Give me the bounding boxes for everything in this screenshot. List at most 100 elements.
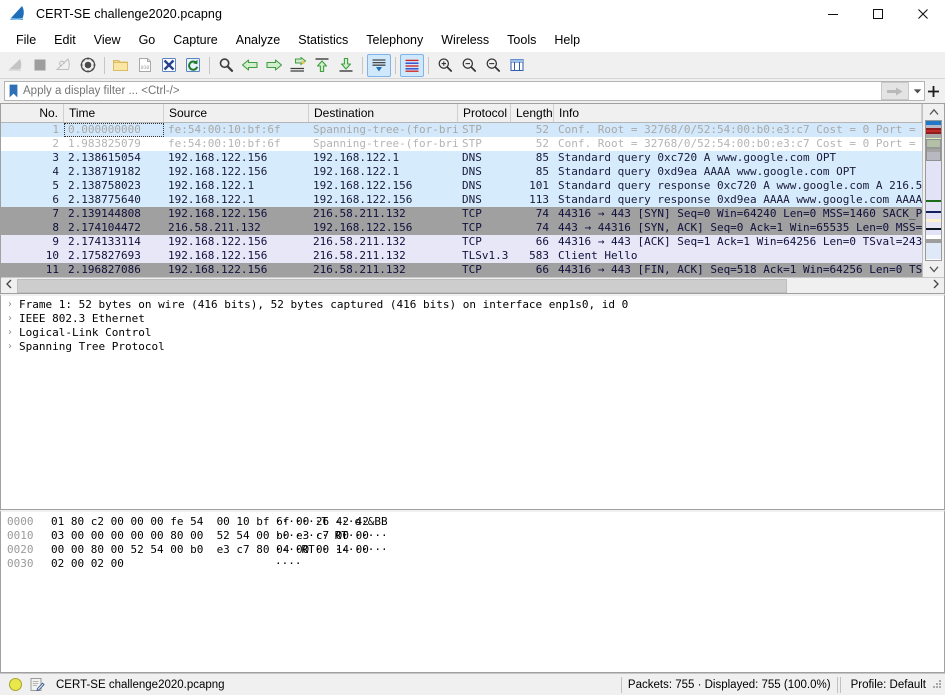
- restart-capture-icon[interactable]: [52, 54, 76, 77]
- column-source[interactable]: Source: [164, 104, 309, 122]
- cell-protocol: DNS: [462, 151, 482, 164]
- go-to-first-packet-icon[interactable]: [310, 54, 334, 77]
- chevron-up-icon[interactable]: [923, 104, 944, 120]
- menu-telephony[interactable]: Telephony: [357, 31, 432, 49]
- column-protocol[interactable]: Protocol: [458, 104, 511, 122]
- status-profile[interactable]: Profile: Default: [851, 679, 926, 691]
- capture-options-icon[interactable]: [76, 54, 100, 77]
- packet-list-scrollbar[interactable]: [922, 104, 944, 277]
- cell-source: 192.168.122.156: [168, 249, 268, 262]
- menu-statistics[interactable]: Statistics: [289, 31, 357, 49]
- table-row[interactable]: 2 1.983825079 fe:54:00:10:bf:6f Spanning-tr…: [1, 137, 922, 151]
- chevron-right-icon[interactable]: ›: [1, 326, 19, 340]
- column-time[interactable]: Time: [64, 104, 164, 122]
- chevron-right-icon[interactable]: [928, 279, 944, 292]
- resize-grip[interactable]: [932, 679, 942, 690]
- detail-tree-item[interactable]: › Frame 1: 52 bytes on wire (416 bits), 5…: [1, 298, 944, 312]
- column-destination[interactable]: Destination: [309, 104, 458, 122]
- packet-list-hscrollbar[interactable]: [1, 277, 944, 293]
- cell-info: Standard query 0xd9ea AAAA www.google.co…: [558, 165, 857, 178]
- packet-detail-pane[interactable]: › Frame 1: 52 bytes on wire (416 bits), 5…: [0, 294, 945, 510]
- close-button[interactable]: [900, 0, 945, 28]
- menu-edit[interactable]: Edit: [45, 31, 85, 49]
- reload-file-icon[interactable]: [181, 54, 205, 77]
- expert-info-circle-icon[interactable]: [9, 678, 22, 691]
- intelligent-scrollbar-map[interactable]: [925, 120, 942, 261]
- maximize-button[interactable]: [855, 0, 900, 28]
- search-input[interactable]: [22, 85, 881, 97]
- resize-columns-icon[interactable]: [505, 54, 529, 77]
- capture-comment-icon[interactable]: [30, 677, 45, 692]
- hexdump-offset: 0000: [7, 515, 34, 528]
- table-row[interactable]: 8 2.174104472 216.58.211.132 192.168.122.15…: [1, 221, 922, 235]
- hexdump-line[interactable]: 0000 01 80 c2 00 00 00 fe 54 00 10 bf 6f …: [1, 515, 944, 529]
- auto-scroll-icon[interactable]: [367, 53, 391, 77]
- minimize-button[interactable]: [810, 0, 855, 28]
- detail-tree-item[interactable]: › Spanning Tree Protocol: [1, 340, 944, 354]
- hscrollbar-track[interactable]: [17, 278, 928, 293]
- chevron-down-icon[interactable]: [910, 82, 924, 100]
- status-bar: CERT-SE challenge2020.pcapng Packets: 75…: [0, 673, 945, 695]
- table-row[interactable]: 7 2.139144808 192.168.122.156 216.58.211.13…: [1, 207, 922, 221]
- cell-length: 74: [535, 221, 549, 234]
- menu-view[interactable]: View: [85, 31, 130, 49]
- apply-filter-button[interactable]: [881, 82, 909, 100]
- close-file-icon[interactable]: [157, 54, 181, 77]
- cell-no: 1: [52, 123, 59, 136]
- detail-tree-item[interactable]: › Logical-Link Control: [1, 326, 944, 340]
- display-filter-field[interactable]: [4, 81, 925, 101]
- table-row[interactable]: 11 2.196827086 192.168.122.156 216.58.211.1…: [1, 263, 922, 277]
- save-file-icon[interactable]: 010: [133, 54, 157, 77]
- cell-protocol: STP: [462, 137, 482, 150]
- zoom-in-icon[interactable]: [433, 54, 457, 77]
- packet-bytes-pane[interactable]: 0000 01 80 c2 00 00 00 fe 54 00 10 bf 6f …: [0, 510, 945, 673]
- table-row[interactable]: 10 2.175827693 192.168.122.156 216.58.211.1…: [1, 249, 922, 263]
- hexdump-offset: 0020: [7, 543, 34, 556]
- go-back-icon[interactable]: [238, 54, 262, 77]
- table-row[interactable]: 1 0.000000000 fe:54:00:10:bf:6f Spanning-tr…: [1, 123, 922, 137]
- menu-wireless[interactable]: Wireless: [432, 31, 498, 49]
- chevron-right-icon[interactable]: ›: [1, 298, 19, 312]
- cell-protocol: DNS: [462, 193, 482, 206]
- chevron-down-icon[interactable]: [923, 261, 944, 277]
- colorize-packets-icon[interactable]: [400, 53, 424, 77]
- hexdump-line[interactable]: 0010 03 00 00 00 00 00 80 00 52 54 00 b0 …: [1, 529, 944, 543]
- column-length[interactable]: Length: [511, 104, 554, 122]
- column-no[interactable]: No.: [1, 104, 64, 122]
- find-packet-icon[interactable]: [214, 54, 238, 77]
- zoom-out-icon[interactable]: [457, 54, 481, 77]
- normal-size-icon[interactable]: [481, 54, 505, 77]
- table-row[interactable]: 4 2.138719182 192.168.122.156 192.168.122.1…: [1, 165, 922, 179]
- table-row[interactable]: 9 2.174133114 192.168.122.156 216.58.211.13…: [1, 235, 922, 249]
- chevron-right-icon[interactable]: ›: [1, 312, 19, 326]
- stop-capture-icon[interactable]: [28, 54, 52, 77]
- menu-tools[interactable]: Tools: [498, 31, 545, 49]
- window-controls: [810, 0, 945, 28]
- cell-length: 66: [535, 235, 549, 248]
- detail-tree-item[interactable]: › IEEE 802.3 Ethernet: [1, 312, 944, 326]
- menu-capture[interactable]: Capture: [164, 31, 226, 49]
- open-file-icon[interactable]: [109, 54, 133, 77]
- go-to-packet-icon[interactable]: [286, 54, 310, 77]
- menu-analyze[interactable]: Analyze: [227, 31, 289, 49]
- plus-icon[interactable]: [925, 81, 941, 101]
- chevron-left-icon[interactable]: [1, 279, 17, 292]
- menu-help[interactable]: Help: [545, 31, 589, 49]
- table-row[interactable]: 6 2.138775640 192.168.122.1 192.168.122.156…: [1, 193, 922, 207]
- hexdump-line[interactable]: 0020 00 00 80 00 52 54 00 b0 e3 c7 80 04 …: [1, 543, 944, 557]
- bookmark-icon[interactable]: [6, 82, 20, 100]
- table-row[interactable]: 3 2.138615054 192.168.122.156 192.168.122.1…: [1, 151, 922, 165]
- cell-time: 2.175827693: [68, 249, 141, 262]
- cell-info: Standard query 0xc720 A www.google.com O…: [558, 151, 837, 164]
- go-to-last-packet-icon[interactable]: [334, 54, 358, 77]
- start-capture-icon[interactable]: [4, 54, 28, 77]
- hscrollbar-thumb[interactable]: [17, 278, 787, 293]
- column-info[interactable]: Info: [554, 104, 922, 122]
- scrollbar-thumb[interactable]: [926, 139, 941, 161]
- chevron-right-icon[interactable]: ›: [1, 340, 19, 354]
- table-row[interactable]: 5 2.138758023 192.168.122.1 192.168.122.156…: [1, 179, 922, 193]
- menu-file[interactable]: File: [7, 31, 45, 49]
- hexdump-line[interactable]: 0030 02 00 02 00 ····: [1, 557, 944, 571]
- go-forward-icon[interactable]: [262, 54, 286, 77]
- menu-go[interactable]: Go: [130, 31, 165, 49]
